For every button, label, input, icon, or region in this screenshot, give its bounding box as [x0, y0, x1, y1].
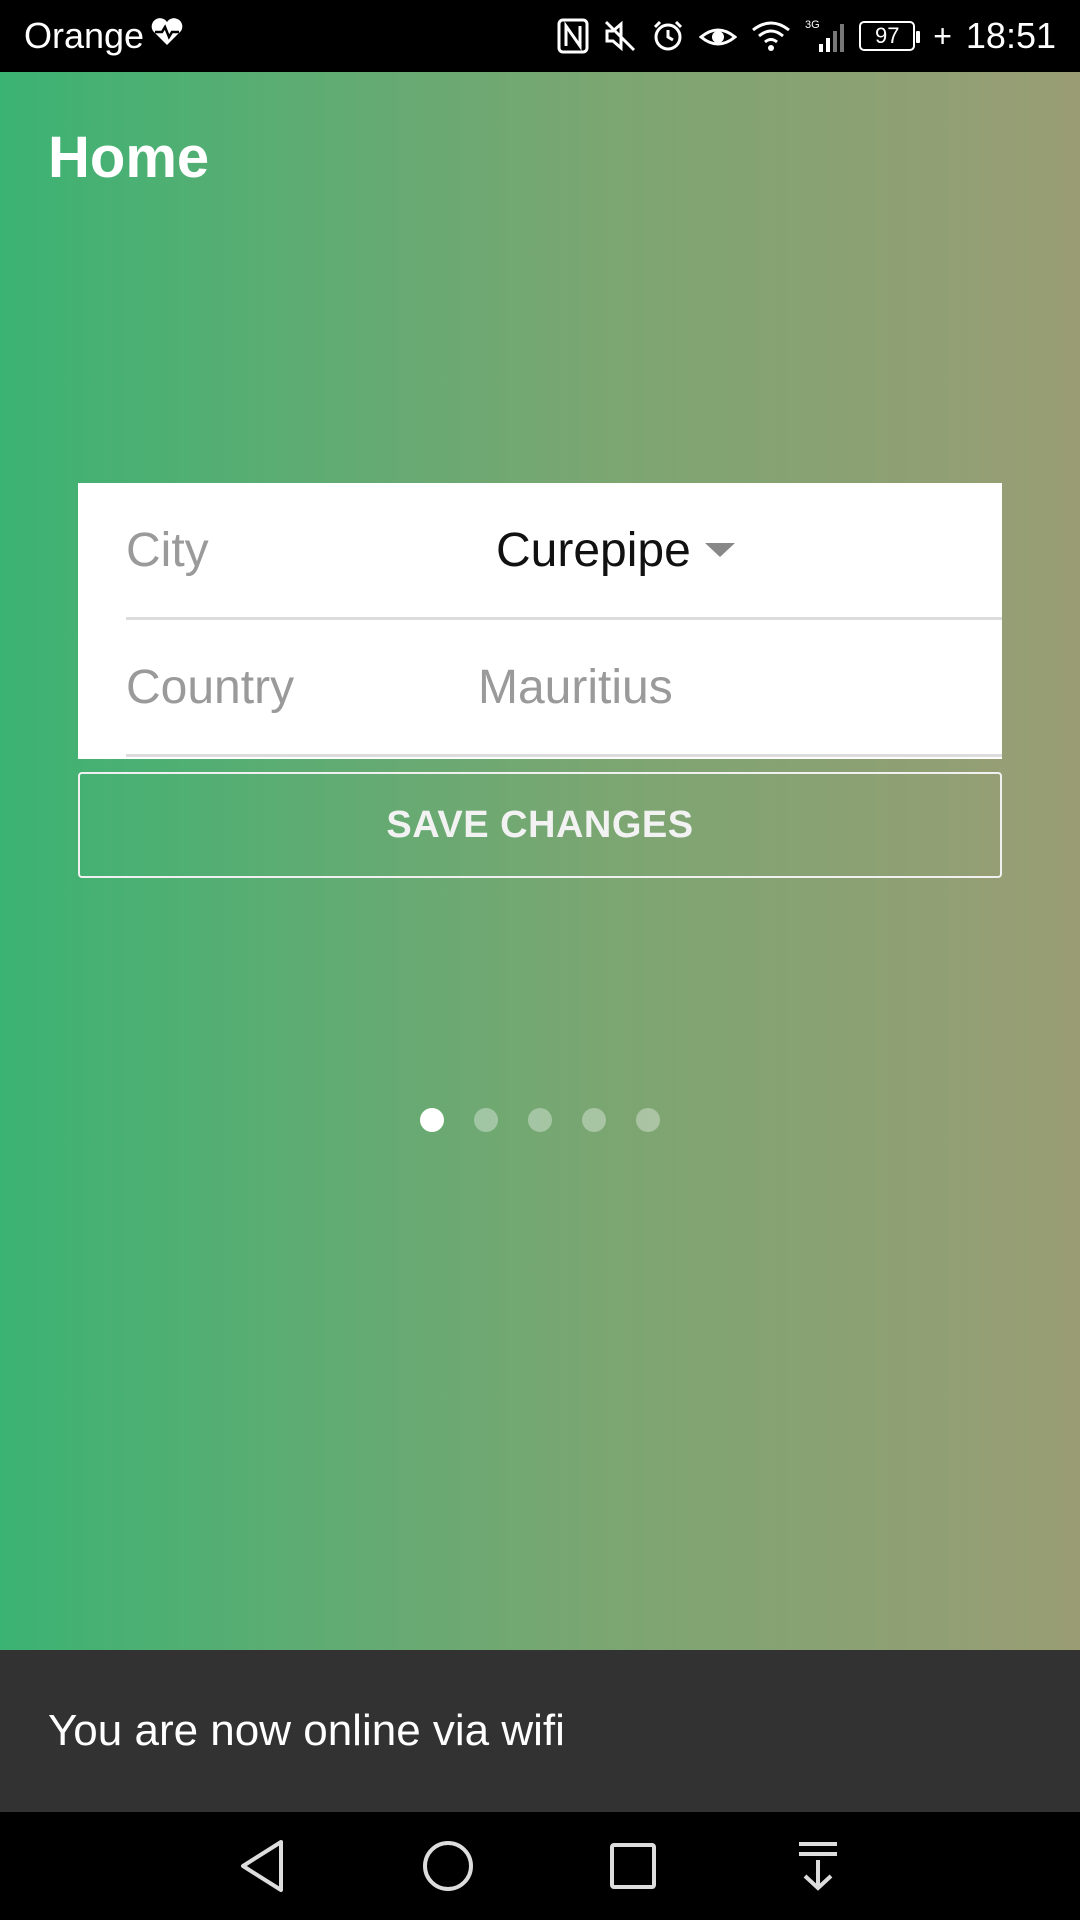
page-dot-1[interactable]: [420, 1108, 444, 1132]
battery-icon: 97: [859, 21, 921, 51]
carrier-name: Orange: [24, 15, 145, 56]
home-icon[interactable]: [413, 1831, 483, 1901]
carrier: Orange: [24, 15, 184, 57]
svg-text:3G: 3G: [805, 19, 820, 31]
location-form-card: City Curepipe Country Mauritius: [78, 483, 1002, 759]
page-title: Home: [48, 125, 210, 190]
city-value: Curepipe: [496, 523, 691, 577]
save-changes-button[interactable]: SAVE CHANGES: [78, 772, 1002, 878]
alarm-icon: [651, 16, 685, 56]
dropdown-arrow-icon: [704, 543, 735, 557]
back-icon[interactable]: [228, 1831, 298, 1901]
page-dot-5[interactable]: [636, 1108, 660, 1132]
page-dot-4[interactable]: [582, 1108, 606, 1132]
heart-pulse-icon: [150, 17, 184, 56]
page-dot-3[interactable]: [528, 1108, 552, 1132]
clock: 18:51: [965, 15, 1056, 56]
nfc-icon: [557, 16, 589, 56]
page-indicator: [0, 1108, 1080, 1132]
city-label: City: [126, 523, 209, 577]
signal-3g-icon: 3G: [805, 16, 845, 56]
charging-icon: +: [933, 17, 952, 54]
battery-level: 97: [874, 23, 900, 48]
snackbar: You are now online via wifi: [0, 1650, 1080, 1812]
country-label: Country: [126, 660, 295, 714]
city-row: City Curepipe: [126, 483, 1002, 620]
wifi-icon: [751, 16, 791, 56]
snackbar-message: You are now online via wifi: [48, 1706, 565, 1755]
page-dot-2[interactable]: [474, 1108, 498, 1132]
city-dropdown[interactable]: Curepipe: [496, 523, 735, 578]
navigation-bar: [0, 1812, 1080, 1920]
mute-icon: [603, 16, 637, 56]
status-bar: Orange 3G 97 + 18:51: [0, 0, 1080, 72]
notification-pull-icon[interactable]: [783, 1831, 853, 1901]
country-field[interactable]: Mauritius: [478, 660, 673, 715]
status-icons: 3G 97 + 18:51: [557, 15, 1056, 57]
recents-icon[interactable]: [598, 1831, 668, 1901]
eye-icon: [699, 16, 738, 56]
country-row: Country Mauritius: [126, 620, 1002, 757]
